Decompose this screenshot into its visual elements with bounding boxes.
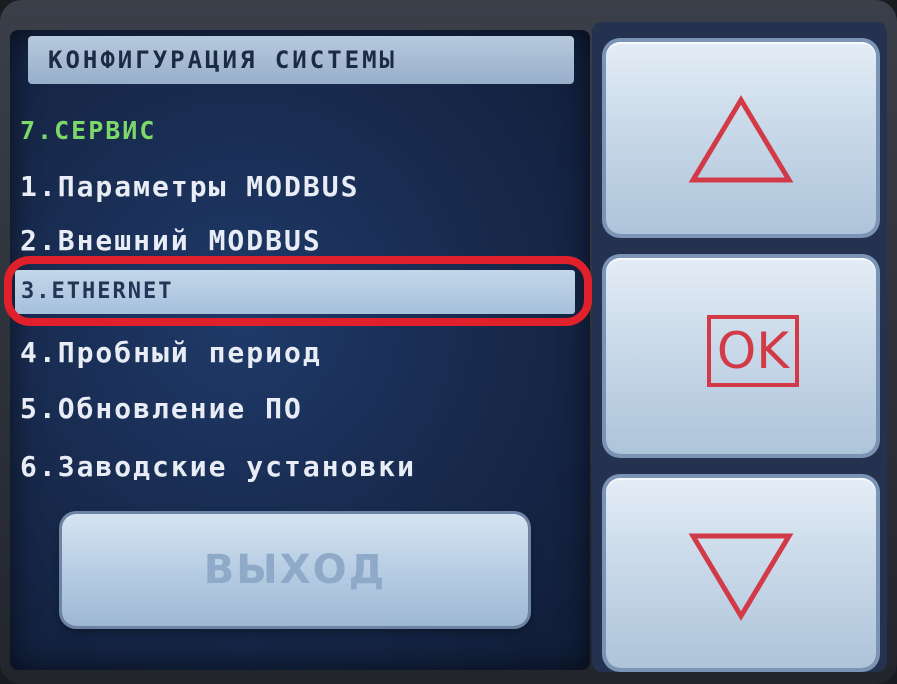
menu-item-firmware-update[interactable]: 5.Обновление ПО (20, 384, 303, 434)
selection-highlight-ring (4, 256, 592, 326)
triangle-down-icon (688, 533, 794, 621)
exit-button[interactable]: ВЫХОД (62, 514, 528, 626)
ok-label: OK (707, 315, 799, 387)
menu-item-modbus-params[interactable]: 1.Параметры MODBUS (20, 162, 359, 212)
ok-button[interactable]: OK (606, 258, 876, 454)
page-title: КОНФИГУРАЦИЯ СИСТЕМЫ (28, 36, 574, 84)
menu-item-trial-period[interactable]: 4.Пробный период (20, 328, 322, 378)
scroll-down-button[interactable] (606, 478, 876, 668)
triangle-up-icon (688, 95, 794, 183)
device-screen: КОНФИГУРАЦИЯ СИСТЕМЫ 7.СЕРВИС 1.Параметр… (0, 0, 897, 684)
menu-item-factory-settings[interactable]: 6.Заводские установки (20, 442, 416, 492)
scroll-up-button[interactable] (606, 42, 876, 234)
menu-section-heading: 7.СЕРВИС (20, 116, 157, 145)
